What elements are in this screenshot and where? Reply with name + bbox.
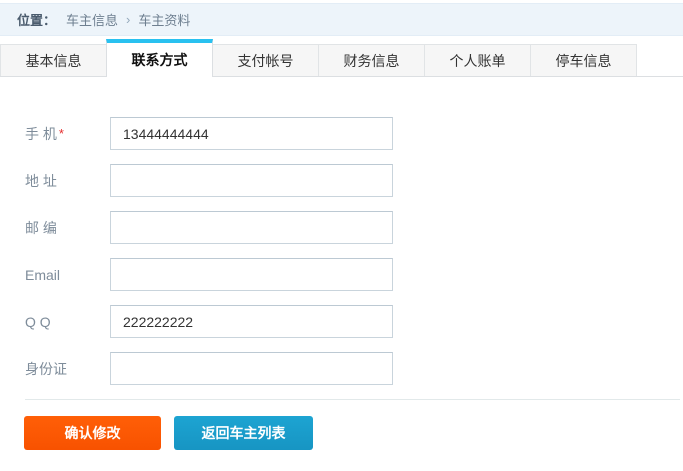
- required-asterisk: *: [59, 126, 64, 141]
- breadcrumb-current-page: 车主资料: [138, 10, 190, 29]
- form-row-qq: Q Q: [25, 305, 683, 338]
- email-input[interactable]: [110, 258, 393, 291]
- tab-contact-info[interactable]: 联系方式: [106, 39, 213, 77]
- breadcrumb-section-link[interactable]: 车主信息: [66, 10, 118, 29]
- breadcrumb: 位置： 车主信息 › 车主资料: [0, 3, 683, 36]
- zipcode-input[interactable]: [110, 211, 393, 244]
- tab-basic-info[interactable]: 基本信息: [0, 44, 107, 76]
- breadcrumb-prefix: 位置：: [17, 10, 56, 29]
- back-to-owner-list-button[interactable]: 返回车主列表: [174, 416, 313, 450]
- tab-payment-account[interactable]: 支付帐号: [212, 44, 319, 76]
- qq-label: Q Q: [25, 314, 110, 330]
- address-input[interactable]: [110, 164, 393, 197]
- email-label: Email: [25, 267, 110, 283]
- mobile-label: 手 机*: [25, 124, 110, 144]
- form-row-mobile: 手 机*: [25, 117, 683, 150]
- form-row-email: Email: [25, 258, 683, 291]
- mobile-label-text: 手 机: [25, 126, 57, 142]
- form-row-id-card: 身份证: [25, 352, 683, 385]
- confirm-modify-button[interactable]: 确认修改: [24, 416, 161, 450]
- footer-divider: [25, 399, 680, 400]
- mobile-input[interactable]: [110, 117, 393, 150]
- form-row-zipcode: 邮 编: [25, 211, 683, 244]
- qq-input[interactable]: [110, 305, 393, 338]
- address-label: 地 址: [25, 171, 110, 191]
- breadcrumb-separator-icon: ›: [126, 12, 130, 27]
- form-row-address: 地 址: [25, 164, 683, 197]
- id-card-input[interactable]: [110, 352, 393, 385]
- tab-personal-bill[interactable]: 个人账单: [424, 44, 531, 76]
- tab-bar: 基本信息 联系方式 支付帐号 财务信息 个人账单 停车信息: [0, 38, 683, 77]
- zipcode-label: 邮 编: [25, 218, 110, 238]
- id-card-label: 身份证: [25, 359, 110, 379]
- tab-parking-info[interactable]: 停车信息: [530, 44, 637, 76]
- tab-finance-info[interactable]: 财务信息: [318, 44, 425, 76]
- form-actions: 确认修改 返回车主列表: [24, 416, 683, 450]
- contact-form: 手 机* 地 址 邮 编 Email Q Q 身份证: [0, 77, 683, 385]
